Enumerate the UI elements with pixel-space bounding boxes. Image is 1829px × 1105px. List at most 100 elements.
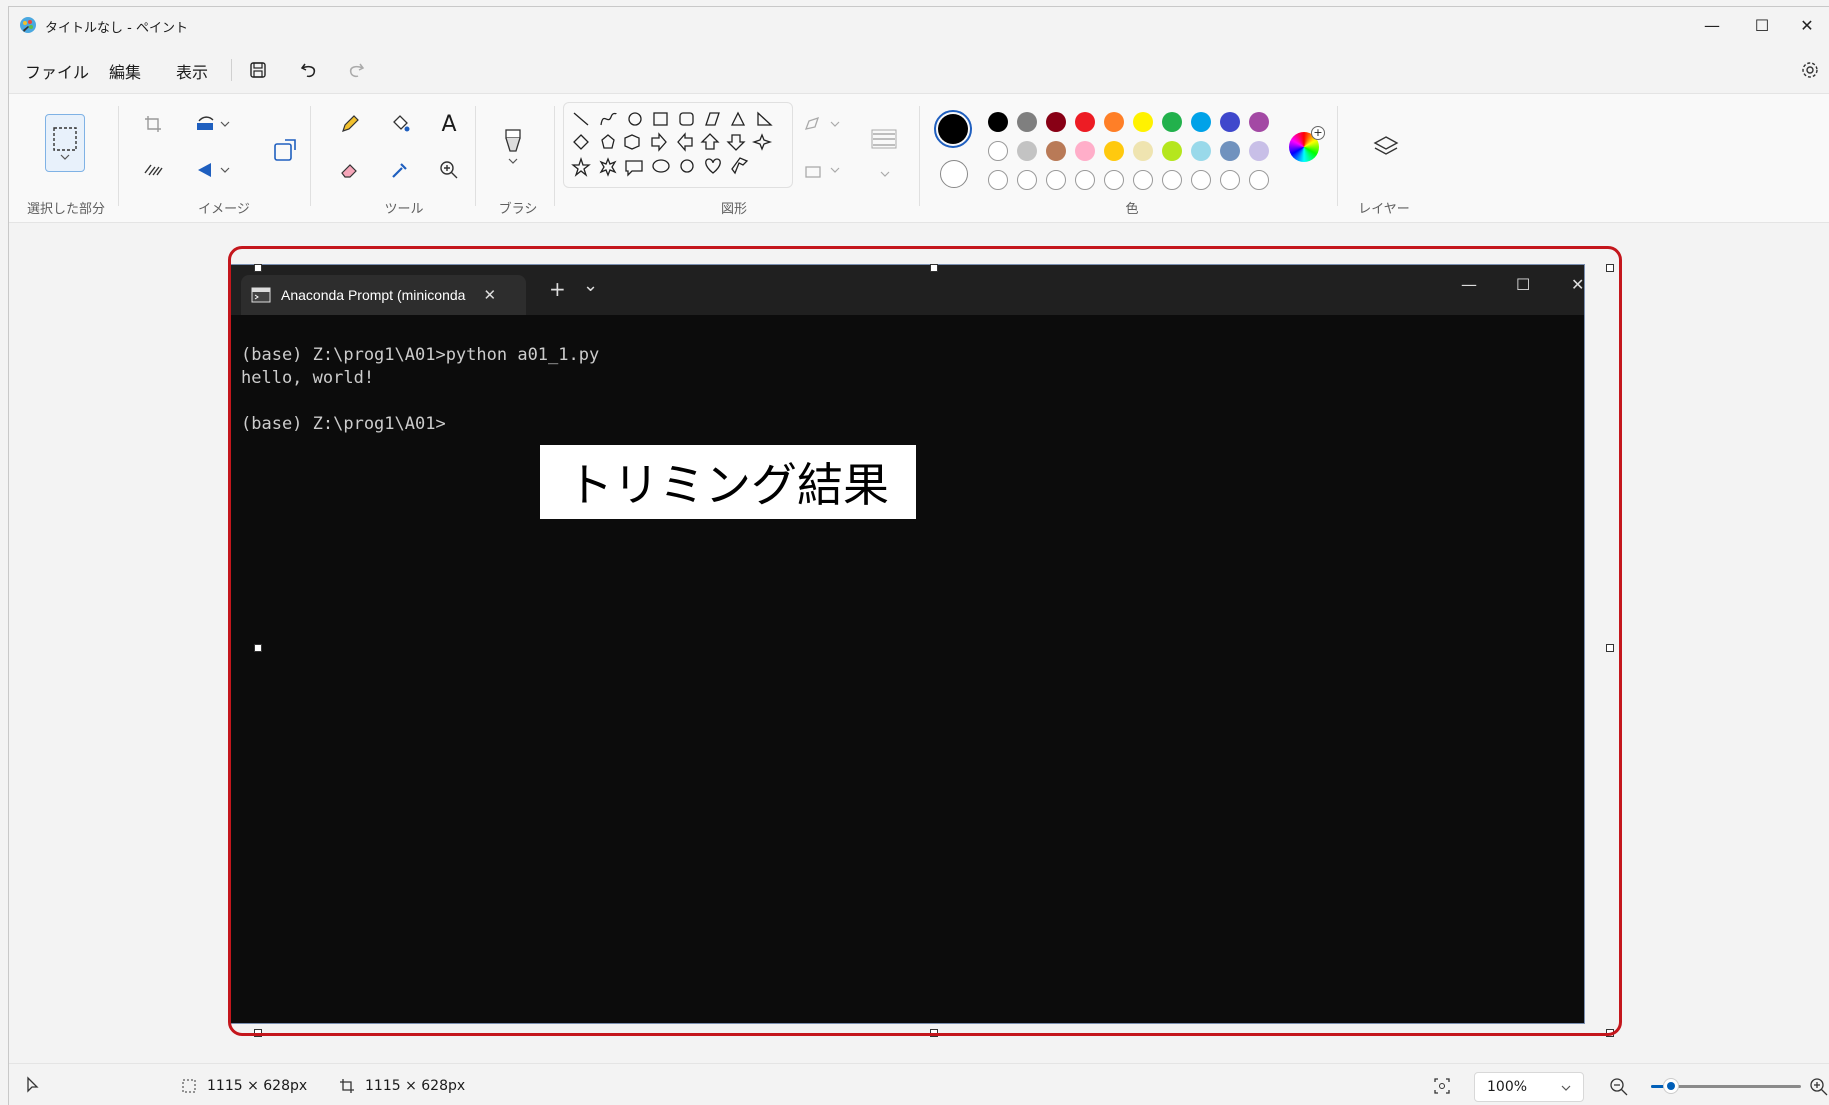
custom-color-slot[interactable] xyxy=(1075,170,1095,190)
color-swatch[interactable] xyxy=(1162,112,1182,132)
pencil-button[interactable] xyxy=(336,110,364,138)
color-picker-button[interactable] xyxy=(386,156,414,184)
group-label-tools: ツール xyxy=(384,202,424,217)
canvas[interactable]: Anaconda Prompt (miniconda ✕ + ⌄ — ☐ ✕ (… xyxy=(230,264,1585,1024)
terminal-icon xyxy=(251,287,271,303)
eraser-icon xyxy=(341,164,357,178)
terminal-minimize-icon: — xyxy=(1461,275,1477,294)
close-button[interactable]: ✕ xyxy=(1784,7,1829,43)
ribbon-toolbar: 選択した部分 イメージ A ツール ブラシ 図形 + 色 レイヤー xyxy=(9,93,1829,223)
save-button[interactable] xyxy=(245,57,271,83)
resize-handle[interactable] xyxy=(930,264,938,272)
custom-color-slot[interactable] xyxy=(1191,170,1211,190)
color-swatch[interactable] xyxy=(1220,141,1240,161)
redo-button[interactable] xyxy=(343,57,369,83)
color-swatch[interactable] xyxy=(1249,141,1269,161)
group-divider xyxy=(1337,106,1338,206)
menu-edit[interactable]: 編集 xyxy=(109,59,141,83)
stroke-size-icon xyxy=(871,129,897,149)
custom-color-slot[interactable] xyxy=(1017,170,1037,190)
chevron-down-icon xyxy=(880,171,890,177)
color-swatch[interactable] xyxy=(1017,112,1037,132)
undo-button[interactable] xyxy=(296,57,322,83)
resize-handle[interactable] xyxy=(930,1029,938,1037)
shape-fill-button[interactable] xyxy=(799,156,847,184)
maximize-icon: ☐ xyxy=(1754,15,1770,35)
resize-handle[interactable] xyxy=(254,264,262,272)
color-swatch[interactable] xyxy=(1104,141,1124,161)
color-swatch[interactable] xyxy=(1191,141,1211,161)
color-swatch[interactable] xyxy=(1075,141,1095,161)
terminal-line: (base) Z:\prog1\A01> xyxy=(241,414,446,434)
custom-color-slot[interactable] xyxy=(1104,170,1124,190)
pointer-icon xyxy=(27,1076,39,1093)
primary-color-button[interactable] xyxy=(934,110,972,148)
zoom-in-icon[interactable] xyxy=(1809,1077,1829,1097)
color-swatch[interactable] xyxy=(1133,112,1153,132)
custom-color-slot[interactable] xyxy=(1249,170,1269,190)
color-swatch[interactable] xyxy=(1046,112,1066,132)
group-label-selection: 選択した部分 xyxy=(26,202,105,217)
canvas-size-icon xyxy=(340,1079,354,1093)
stroke-size-dropdown[interactable] xyxy=(871,164,899,184)
settings-button[interactable] xyxy=(1797,57,1823,83)
color-swatch[interactable] xyxy=(1162,141,1182,161)
color-swatch[interactable] xyxy=(1191,112,1211,132)
hatch-icon xyxy=(144,164,163,176)
rotate-button[interactable] xyxy=(189,110,237,138)
secondary-color-button[interactable] xyxy=(940,160,968,188)
color-swatch[interactable] xyxy=(1046,141,1066,161)
maximize-button[interactable]: ☐ xyxy=(1739,7,1785,43)
flip-button[interactable] xyxy=(189,156,237,184)
custom-color-slot[interactable] xyxy=(1133,170,1153,190)
title-bar: タイトルなし - ペイント — ☐ ✕ xyxy=(9,7,1829,43)
select-tool-button[interactable] xyxy=(45,114,85,172)
status-bar: 1115 × 628px 1115 × 628px 100% xyxy=(9,1063,1829,1105)
brush-button[interactable] xyxy=(499,116,527,176)
resize-handle[interactable] xyxy=(1606,644,1614,652)
minimize-button[interactable]: — xyxy=(1689,7,1735,43)
custom-color-slot[interactable] xyxy=(988,170,1008,190)
resize-handle[interactable] xyxy=(254,644,262,652)
color-swatch[interactable] xyxy=(1017,141,1037,161)
custom-color-slot[interactable] xyxy=(1162,170,1182,190)
fill-button[interactable] xyxy=(386,110,414,138)
image-resize-button[interactable] xyxy=(269,134,301,166)
color-swatch[interactable] xyxy=(1133,141,1153,161)
color-swatch[interactable] xyxy=(988,141,1008,161)
group-divider xyxy=(118,106,119,206)
resize-handle[interactable] xyxy=(254,1029,262,1037)
menu-view[interactable]: 表示 xyxy=(176,59,208,83)
color-swatch[interactable] xyxy=(1104,112,1124,132)
color-swatch[interactable] xyxy=(1075,112,1095,132)
stroke-size-button[interactable] xyxy=(867,122,901,156)
crop-button[interactable] xyxy=(139,110,167,138)
text-button[interactable]: A xyxy=(435,110,463,138)
menu-file[interactable]: ファイル xyxy=(25,59,89,83)
zoom-slider-thumb[interactable] xyxy=(1662,1078,1679,1094)
shape-outline-button[interactable] xyxy=(799,110,847,138)
color-swatch[interactable] xyxy=(1220,112,1240,132)
magnifier-button[interactable] xyxy=(435,156,463,184)
resize-handle[interactable] xyxy=(1606,264,1614,272)
color-swatch[interactable] xyxy=(988,112,1008,132)
group-divider xyxy=(310,106,311,206)
edit-colors-button[interactable]: + xyxy=(1289,126,1325,162)
zoom-out-icon[interactable] xyxy=(1609,1077,1629,1097)
shapes-gallery[interactable] xyxy=(563,102,793,188)
eraser-button[interactable] xyxy=(336,156,364,184)
chevron-down-icon xyxy=(60,154,70,160)
resize-button[interactable] xyxy=(139,156,167,184)
close-icon: ✕ xyxy=(1800,15,1814,35)
resize-handle[interactable] xyxy=(1606,1029,1614,1037)
rotate-icon xyxy=(197,116,230,130)
brush-icon xyxy=(505,129,521,152)
layers-button[interactable] xyxy=(1369,130,1403,164)
zoom-select[interactable]: 100% xyxy=(1474,1072,1584,1102)
selection-size-icon xyxy=(182,1079,196,1093)
custom-color-slot[interactable] xyxy=(1046,170,1066,190)
tab-close-icon: ✕ xyxy=(483,286,497,304)
color-swatch[interactable] xyxy=(1249,112,1269,132)
paint-window: タイトルなし - ペイント — ☐ ✕ ファイル 編集 表示 選択した部分 イメ… xyxy=(8,6,1829,1105)
custom-color-slot[interactable] xyxy=(1220,170,1240,190)
